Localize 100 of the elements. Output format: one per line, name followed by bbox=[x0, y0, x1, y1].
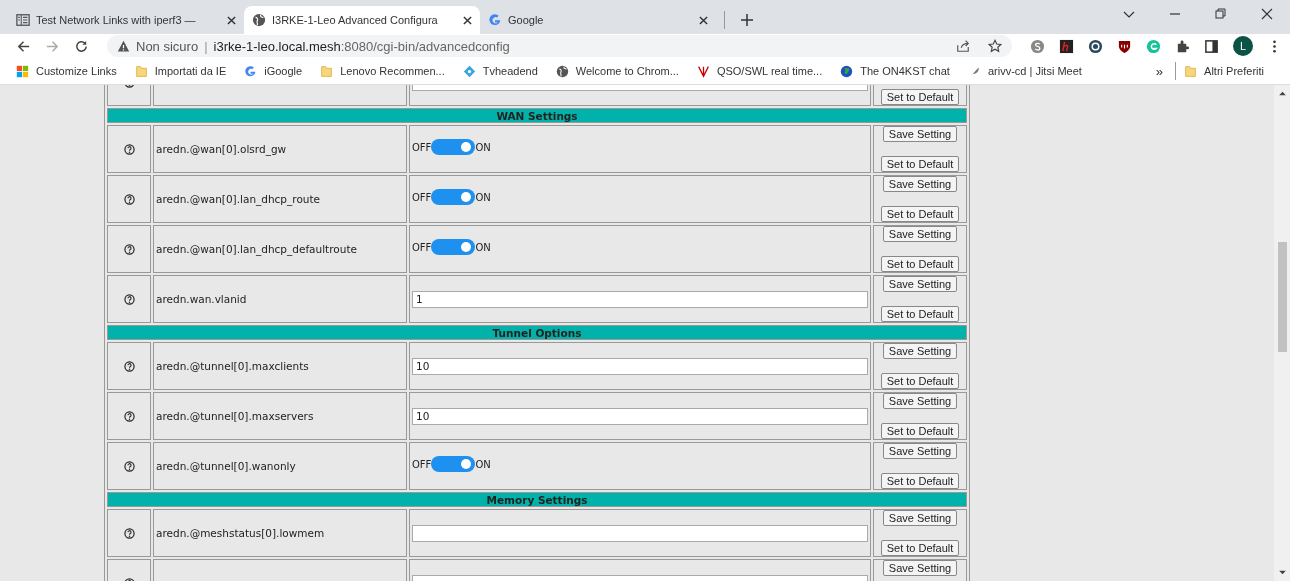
save-setting-button[interactable]: Save Setting bbox=[882, 343, 958, 359]
bookmark-item[interactable]: Altri Preferiti bbox=[1184, 64, 1264, 78]
close-icon[interactable] bbox=[227, 15, 236, 25]
globe-icon bbox=[555, 64, 569, 78]
scroll-up-icon[interactable] bbox=[1278, 91, 1286, 96]
close-icon[interactable] bbox=[1261, 8, 1273, 20]
set-to-default-button[interactable]: Set to Default bbox=[880, 206, 960, 222]
bookmark-label: Tvheadend bbox=[482, 65, 538, 77]
extension-icon[interactable] bbox=[1059, 38, 1074, 54]
bookmark-label: iGoogle bbox=[264, 65, 303, 77]
save-setting-button[interactable]: Save Setting bbox=[882, 226, 958, 242]
reload-icon[interactable] bbox=[74, 38, 89, 54]
address-bar[interactable]: Non sicuro | i3rke-1-leo.local.mesh:8080/cgi-bin/advancedconfig bbox=[107, 35, 1012, 57]
google-icon bbox=[244, 64, 258, 78]
setting-name: aredn.@tunnel[0].wanonly bbox=[156, 460, 296, 472]
share-icon[interactable] bbox=[956, 39, 970, 53]
help-icon[interactable] bbox=[123, 411, 135, 423]
set-to-default-button[interactable]: Set to Default bbox=[880, 256, 960, 272]
bookmark-item[interactable]: arivv-cd | Jitsi Meet bbox=[967, 64, 1082, 78]
bookmark-item[interactable]: The ON4KST chat bbox=[840, 64, 950, 78]
folder-icon bbox=[1184, 64, 1198, 78]
toggle-switch[interactable] bbox=[431, 239, 476, 255]
toggle-switch[interactable] bbox=[431, 189, 476, 205]
setting-name: aredn.@meshstatus[0].lowmem bbox=[156, 527, 325, 539]
set-to-default-button[interactable]: Set to Default bbox=[880, 423, 960, 439]
extension-icon[interactable] bbox=[1088, 38, 1103, 54]
help-icon[interactable] bbox=[123, 244, 135, 256]
tab-title: Google bbox=[508, 14, 545, 26]
bookmark-item[interactable]: Customize Links bbox=[16, 64, 117, 78]
folder-icon bbox=[134, 64, 148, 78]
browser-tab[interactable]: Google bbox=[480, 6, 716, 34]
section-header: Tunnel Options bbox=[107, 325, 967, 340]
bookmark-item[interactable]: Lenovo Recommen... bbox=[320, 64, 445, 78]
help-icon[interactable] bbox=[123, 461, 135, 473]
browser-tab[interactable]: Test Network Links with iperf3 — bbox=[8, 6, 244, 34]
profile-avatar[interactable]: L bbox=[1233, 36, 1253, 56]
toggle-switch[interactable] bbox=[431, 456, 476, 472]
earth-icon bbox=[840, 64, 854, 78]
scrollbar-thumb[interactable] bbox=[1277, 242, 1287, 352]
bookmark-label: Lenovo Recommen... bbox=[340, 65, 445, 77]
toggle-switch[interactable] bbox=[431, 139, 476, 155]
bookmark-label: Customize Links bbox=[36, 65, 117, 77]
save-setting-button[interactable]: Save Setting bbox=[882, 276, 958, 292]
input-field[interactable] bbox=[412, 524, 868, 542]
bookmark-label: arivv-cd | Jitsi Meet bbox=[987, 65, 1082, 77]
bookmark-item[interactable]: Tvheadend bbox=[462, 64, 538, 78]
antenna-icon bbox=[696, 64, 710, 78]
warning-icon bbox=[117, 39, 130, 53]
setting-name: aredn.@wan[0].olsrd_gw bbox=[156, 143, 287, 155]
security-label: Non sicuro bbox=[136, 38, 199, 54]
globe-icon bbox=[252, 13, 266, 27]
tiles-icon bbox=[16, 64, 29, 78]
url-text: i3rke-1-leo.local.mesh:8080/cgi-bin/advancedconfig bbox=[213, 38, 510, 54]
input-field[interactable]: 10 bbox=[412, 407, 868, 425]
bookmark-item[interactable]: iGoogle bbox=[244, 64, 303, 78]
scrollbar[interactable] bbox=[1274, 85, 1290, 581]
skype-icon[interactable] bbox=[1030, 38, 1045, 54]
set-to-default-button[interactable]: Set to Default bbox=[880, 473, 960, 489]
more-bookmarks-button[interactable]: » bbox=[1155, 63, 1164, 79]
google-icon bbox=[488, 13, 502, 27]
bookmark-label: Welcome to Chrom... bbox=[575, 65, 679, 77]
tab-title: Test Network Links with iperf3 — bbox=[36, 14, 197, 26]
help-icon[interactable] bbox=[123, 361, 135, 373]
close-icon[interactable] bbox=[463, 15, 472, 25]
save-setting-button[interactable]: Save Setting bbox=[882, 126, 958, 142]
bookmark-label: QSO/SWL real time... bbox=[716, 65, 823, 77]
save-setting-button[interactable]: Save Setting bbox=[882, 510, 958, 526]
page-icon bbox=[16, 13, 30, 27]
help-icon[interactable] bbox=[123, 528, 135, 540]
puzzle-icon[interactable] bbox=[1175, 38, 1190, 54]
input-field[interactable]: 10 bbox=[412, 357, 868, 375]
bookmark-item[interactable]: QSO/SWL real time... bbox=[696, 64, 823, 78]
on-label: ON bbox=[475, 241, 491, 253]
browser-tab[interactable]: I3RKE-1-Leo Advanced Configura bbox=[244, 6, 480, 34]
set-to-default-button[interactable]: Set to Default bbox=[880, 89, 960, 105]
bookmark-item[interactable]: Importati da IE bbox=[134, 64, 227, 78]
help-icon[interactable] bbox=[123, 194, 135, 206]
set-to-default-button[interactable]: Set to Default bbox=[880, 156, 960, 172]
set-to-default-button[interactable]: Set to Default bbox=[880, 540, 960, 556]
help-icon[interactable] bbox=[123, 294, 135, 306]
set-to-default-button[interactable]: Set to Default bbox=[880, 373, 960, 389]
restore-icon[interactable] bbox=[1215, 8, 1227, 20]
off-label: OFF bbox=[412, 458, 432, 470]
save-setting-button[interactable]: Save Setting bbox=[882, 443, 958, 459]
close-icon[interactable] bbox=[699, 15, 708, 25]
help-icon[interactable] bbox=[123, 144, 135, 156]
set-to-default-button[interactable]: Set to Default bbox=[880, 306, 960, 322]
save-setting-button[interactable]: Save Setting bbox=[882, 176, 958, 192]
new-tab-icon[interactable] bbox=[741, 14, 753, 26]
input-field[interactable]: 1 bbox=[412, 290, 868, 308]
setting-name: aredn.@wan[0].lan_dhcp_route bbox=[156, 193, 321, 205]
star-icon[interactable] bbox=[988, 39, 1002, 53]
section-header: WAN Settings bbox=[107, 108, 967, 123]
save-setting-button[interactable]: Save Setting bbox=[882, 393, 958, 409]
bookmark-item[interactable]: Welcome to Chrom... bbox=[555, 64, 679, 78]
on-label: ON bbox=[475, 191, 491, 203]
side-panel-icon[interactable] bbox=[1204, 38, 1219, 54]
scroll-down-icon[interactable] bbox=[1278, 570, 1286, 575]
shield-icon[interactable] bbox=[1117, 38, 1132, 54]
save-setting-button[interactable]: Save Setting bbox=[882, 560, 958, 576]
